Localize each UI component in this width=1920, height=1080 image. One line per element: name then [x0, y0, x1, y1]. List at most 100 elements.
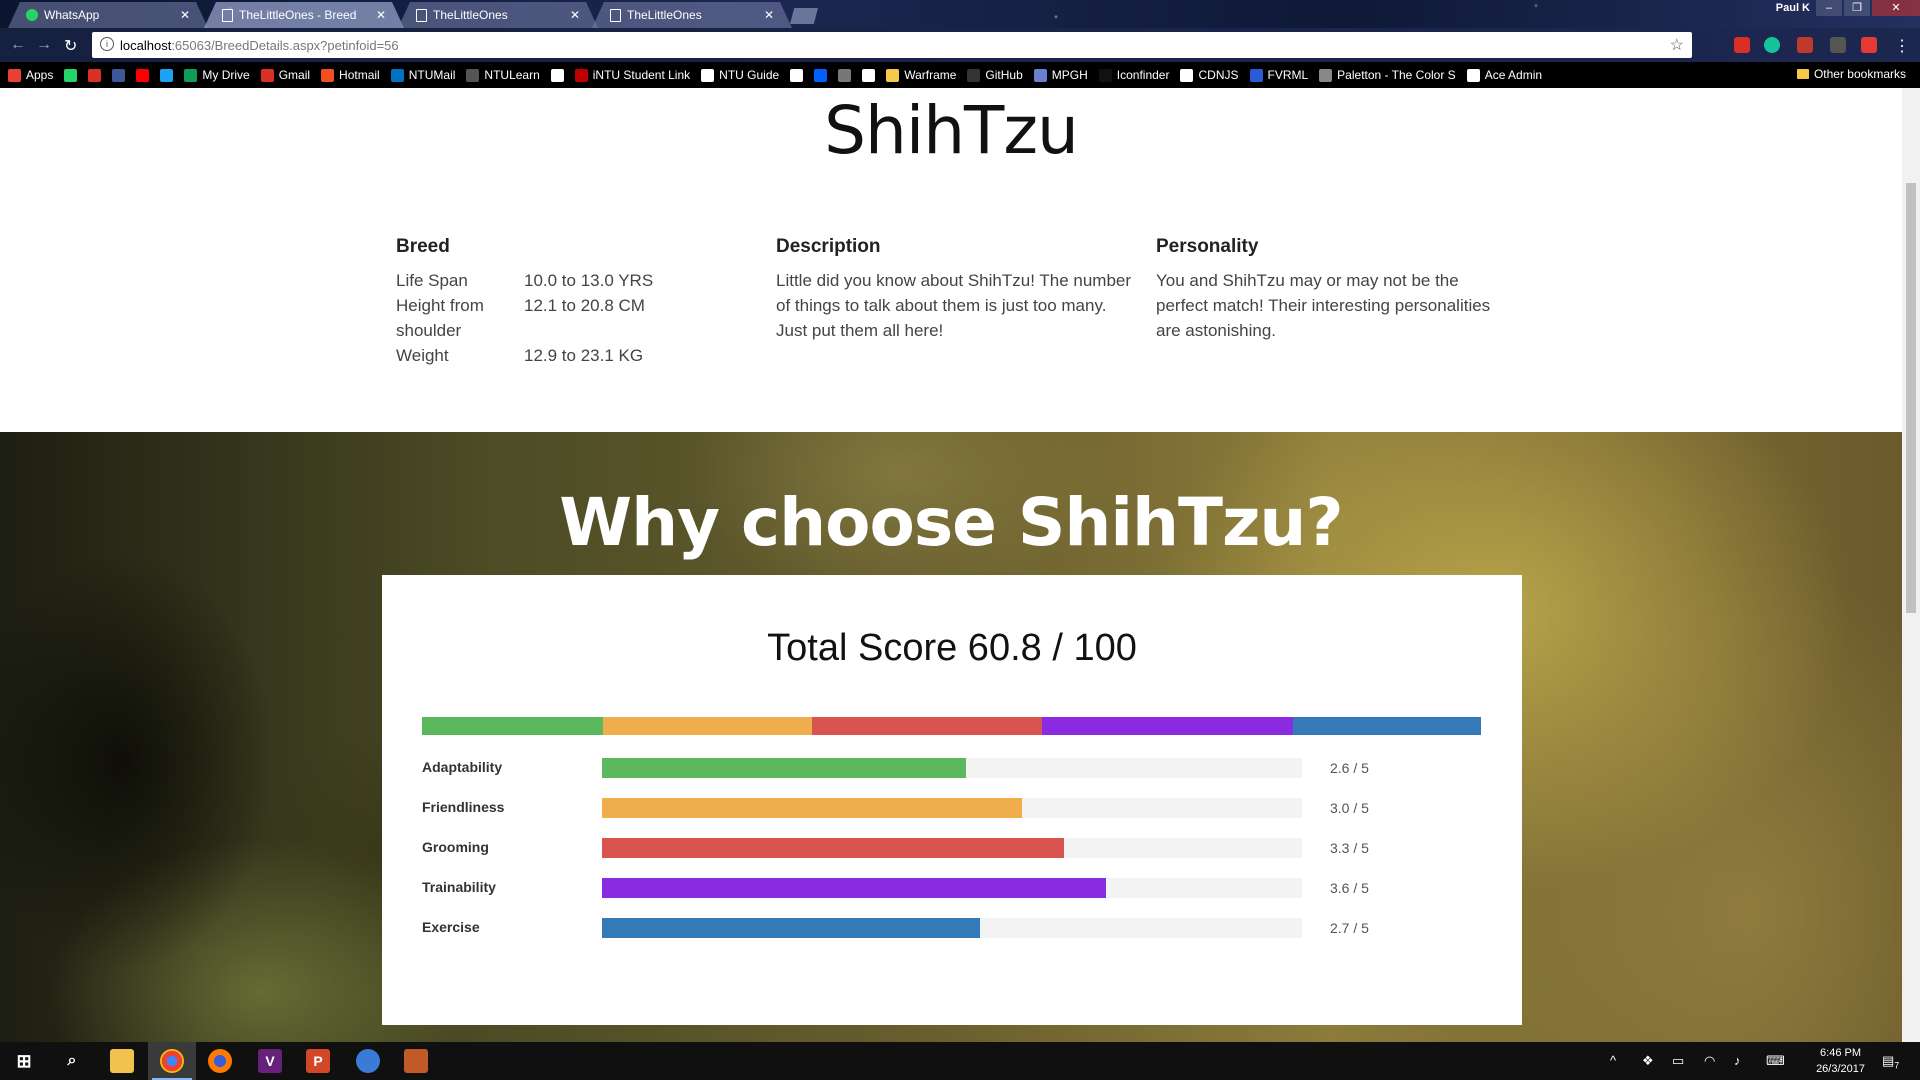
app-icon[interactable] [404, 1049, 428, 1073]
windows-start-icon[interactable]: ⊞ [12, 1049, 36, 1073]
score-card: Total Score 60.8 / 100 Adaptability 2.6 /… [382, 575, 1522, 1025]
bookmark-favicon-icon [550, 68, 564, 82]
bookmark-item[interactable]: FVRML [1249, 68, 1308, 82]
bookmark-label: Hotmail [339, 68, 380, 82]
page-scrollbar[interactable] [1902, 88, 1920, 1042]
bookmark-label: Ace Admin [1484, 68, 1543, 82]
tab-title: WhatsApp [44, 8, 100, 22]
youtube-ext-icon[interactable] [1861, 37, 1877, 53]
bookmark-item[interactable]: MPGH [1033, 68, 1088, 82]
bookmark-label: iNTU Student Link [592, 68, 691, 82]
bookmark-item[interactable] [160, 68, 174, 82]
bookmark-item[interactable]: Gmail [260, 68, 310, 82]
bookmark-item[interactable] [790, 68, 804, 82]
bookmark-item[interactable] [862, 68, 876, 82]
bookmark-item[interactable]: NTU Guide [701, 68, 779, 82]
show-hidden-icons-icon[interactable]: ^ [1610, 1053, 1616, 1068]
firefox-icon[interactable] [208, 1049, 232, 1073]
adblock-icon[interactable] [1797, 37, 1813, 53]
bookmark-item[interactable] [550, 68, 564, 82]
bookmark-item[interactable]: NTUMail [390, 68, 455, 82]
wifi-icon[interactable]: ◠ [1704, 1053, 1715, 1069]
tab-whatsapp[interactable]: WhatsApp ✕ [8, 2, 208, 28]
bookmark-favicon-icon [967, 68, 981, 82]
bookmark-label: Iconfinder [1116, 68, 1170, 82]
bookmark-item[interactable] [814, 68, 828, 82]
bookmark-item[interactable] [112, 68, 126, 82]
profile-name[interactable]: Paul K [1776, 2, 1810, 14]
close-icon[interactable]: ✕ [764, 8, 774, 22]
bookmark-favicon-icon [886, 68, 900, 82]
bookmark-item[interactable] [136, 68, 150, 82]
bookmark-item[interactable]: GitHub [967, 68, 1023, 82]
dropbox-icon[interactable]: ❖ [1642, 1053, 1654, 1069]
powerpoint-icon[interactable]: P [306, 1049, 330, 1073]
battery-icon[interactable]: ▭ [1672, 1053, 1684, 1069]
menu-icon[interactable]: ⋮ [1894, 36, 1910, 56]
address-bar[interactable]: i localhost:65063/BreedDetails.aspx?peti… [92, 32, 1692, 58]
other-bookmarks[interactable]: Other bookmarks [1796, 67, 1906, 81]
bookmark-item[interactable] [838, 68, 852, 82]
notifications-icon[interactable]: ▤7 [1882, 1053, 1899, 1071]
bookmark-item[interactable]: NTULearn [466, 68, 540, 82]
bookmark-favicon-icon [321, 68, 335, 82]
bookmark-item[interactable]: My Drive [184, 68, 250, 82]
clock[interactable]: 6:46 PM 26/3/2017 [1816, 1045, 1865, 1077]
description-heading: Description [776, 236, 881, 257]
file-explorer-icon[interactable] [110, 1049, 134, 1073]
bookmark-item[interactable]: Hotmail [321, 68, 380, 82]
search-icon[interactable]: ⌕ [60, 1049, 84, 1073]
keyboard-icon[interactable]: ⌨ [1766, 1053, 1785, 1069]
bookmark-label: CDNJS [1198, 68, 1239, 82]
bookmark-item[interactable]: Paletton - The Color S [1319, 68, 1456, 82]
close-icon[interactable]: ✕ [376, 8, 386, 22]
scrollbar-thumb[interactable] [1906, 183, 1916, 613]
back-icon[interactable]: ← [10, 36, 26, 54]
eyedropper-icon[interactable] [1830, 37, 1846, 53]
bookmark-favicon-icon [390, 68, 404, 82]
bookmark-item[interactable]: Warframe [886, 68, 956, 82]
bookmark-favicon-icon [1033, 68, 1047, 82]
trait-row-trainability: Trainability 3.6 / 5 [422, 877, 1422, 899]
tab-thelittleones[interactable]: TheLittleOnes ✕ [398, 2, 598, 28]
taskbar: ⊞ ⌕ V P ^ ❖ ▭ ◠ ♪ ⌨ 6:46 PM 26/3/2017 ▤7 [0, 1042, 1920, 1080]
forward-icon[interactable]: → [36, 36, 52, 54]
bookmark-star-icon[interactable]: ☆ [1670, 35, 1684, 55]
bookmark-label: Paletton - The Color S [1337, 68, 1456, 82]
tab-breed[interactable]: TheLittleOnes - Breed ✕ [204, 2, 404, 28]
minimize-button[interactable]: – [1816, 0, 1842, 16]
bookmark-item[interactable] [88, 68, 102, 82]
trait-label: Grooming [422, 839, 489, 855]
volume-icon[interactable]: ♪ [1734, 1053, 1741, 1068]
close-window-button[interactable]: ✕ [1872, 0, 1920, 16]
bookmark-item[interactable]: Ace Admin [1466, 68, 1543, 82]
clock-date: 26/3/2017 [1816, 1063, 1865, 1075]
chrome-icon[interactable] [160, 1049, 184, 1073]
bookmark-item[interactable]: Apps [8, 68, 53, 82]
bookmark-item[interactable]: Iconfinder [1098, 68, 1170, 82]
personality-text: You and ShihTzu may or may not be the pe… [1156, 271, 1491, 340]
bookmark-item[interactable]: iNTU Student Link [574, 68, 691, 82]
trait-progress-fill [602, 918, 980, 938]
trait-progress-fill [602, 798, 1022, 818]
close-icon[interactable]: ✕ [570, 8, 580, 22]
bookmark-favicon-icon [260, 68, 274, 82]
visual-studio-icon[interactable]: V [258, 1049, 282, 1073]
reload-icon[interactable]: ↻ [64, 36, 77, 56]
trait-label: Adaptability [422, 759, 503, 775]
grammarly-icon[interactable] [1764, 37, 1780, 53]
trait-row-exercise: Exercise 2.7 / 5 [422, 917, 1422, 939]
close-icon[interactable]: ✕ [180, 8, 190, 22]
extension-icon[interactable] [1734, 37, 1750, 53]
new-tab-button[interactable] [790, 8, 818, 24]
tab-thelittleones-2[interactable]: TheLittleOnes ✕ [592, 2, 792, 28]
info-icon[interactable]: i [100, 37, 114, 51]
bookmark-item[interactable] [64, 68, 78, 82]
restore-button[interactable]: ❐ [1844, 0, 1870, 16]
hero-section: Why choose ShihTzu? Total Score 60.8 / 1… [0, 432, 1902, 1042]
paint-icon[interactable] [356, 1049, 380, 1073]
bookmark-item[interactable]: CDNJS [1180, 68, 1239, 82]
trait-progress-track [602, 878, 1302, 898]
spec-row-lifespan: Life Span 10.0 to 13.0 YRS [396, 268, 676, 293]
trait-score: 3.3 / 5 [1330, 840, 1369, 856]
